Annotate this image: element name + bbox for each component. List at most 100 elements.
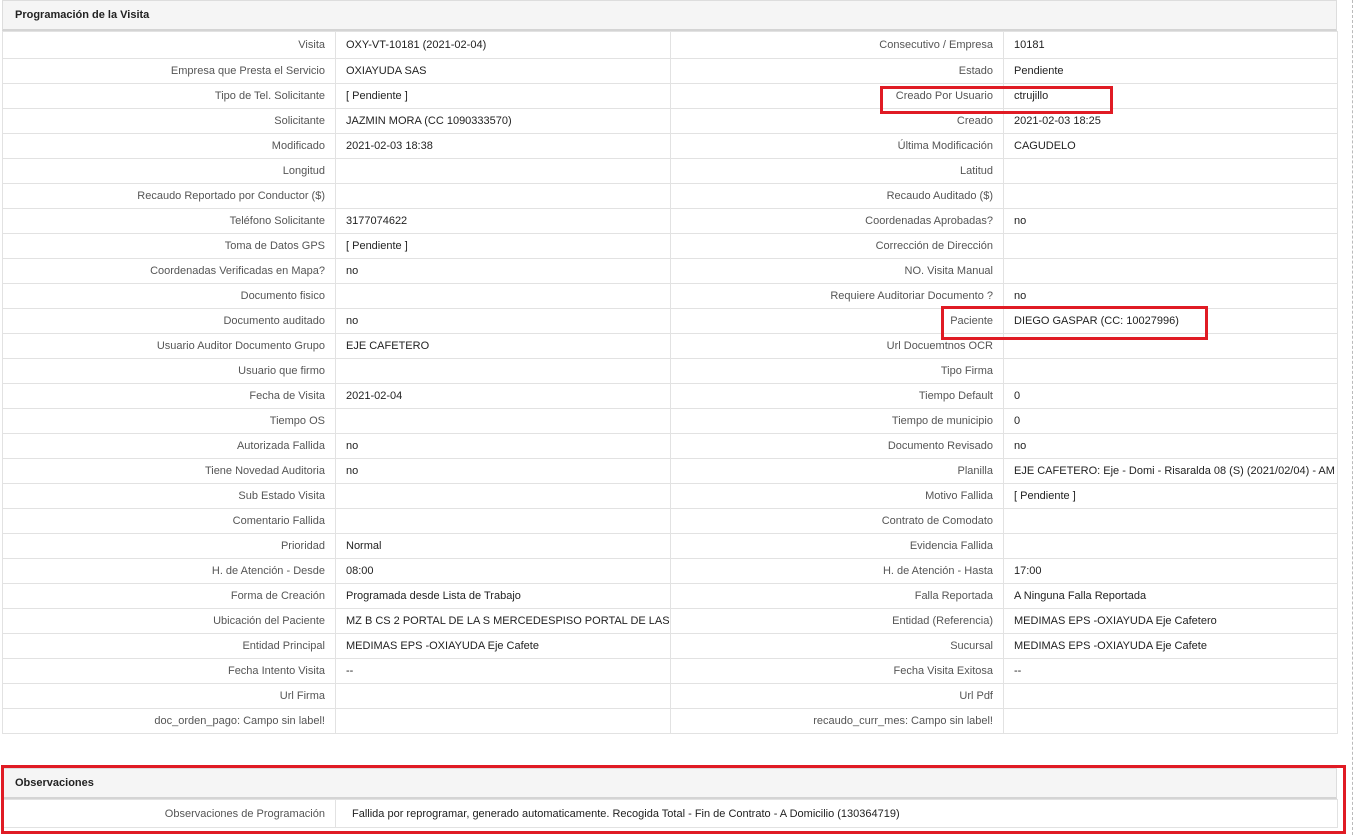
field-label: Observaciones de Programación [2,799,336,828]
field-value: Normal [335,533,671,559]
observaciones-table: Observaciones de Programación Fallida po… [2,799,1338,828]
table-row: Observaciones de Programación Fallida po… [2,799,1338,828]
field-value [1003,158,1338,184]
field-label: Recaudo Reportado por Conductor ($) [2,183,336,209]
field-value: DIEGO GASPAR (CC: 10027996) [1003,308,1338,334]
field-label: Toma de Datos GPS [2,233,336,259]
field-value: Fallida por reprogramar, generado automa… [335,799,1338,828]
field-value: no [1003,283,1338,309]
field-label: Visita [2,31,336,59]
field-label: Consecutivo / Empresa [670,31,1004,59]
field-value: no [335,433,671,459]
field-label: Requiere Auditoriar Documento ? [670,283,1004,309]
table-row: Fecha Intento Visita -- Fecha Visita Exito… [2,658,1338,684]
field-label: Documento fisico [2,283,336,309]
field-value: MEDIMAS EPS -OXIAYUDA Eje Cafete [335,633,671,659]
field-label: Evidencia Fallida [670,533,1004,559]
field-label: H. de Atención - Hasta [670,558,1004,584]
field-label: Tiempo Default [670,383,1004,409]
field-value: CAGUDELO [1003,133,1338,159]
field-label: Fecha Intento Visita [2,658,336,684]
field-label: Creado [670,108,1004,134]
field-label: Recaudo Auditado ($) [670,183,1004,209]
table-row: Tipo de Tel. Solicitante[ Pendiente ] Cre… [2,83,1338,109]
field-value [335,158,671,184]
field-value: no [335,308,671,334]
field-value [1003,233,1338,259]
field-label: Empresa que Presta el Servicio [2,58,336,84]
table-row: Forma de Creación Programada desde Lista … [2,583,1338,609]
field-label: Solicitante [2,108,336,134]
field-value: MEDIMAS EPS -OXIAYUDA Eje Cafete [1003,633,1338,659]
field-value: no [335,458,671,484]
field-label: Paciente [670,308,1004,334]
field-value [1003,333,1338,359]
field-label: Entidad (Referencia) [670,608,1004,634]
field-value: -- [335,658,671,684]
table-row: Sub Estado Visita Motivo Fallida[ Pendien… [2,483,1338,509]
field-label: Creado Por Usuario [670,83,1004,109]
programacion-panel-title: Programación de la Visita [2,0,1337,31]
field-label: Estado [670,58,1004,84]
table-row: Comentario Fallida Contrato de Comodato [2,508,1338,534]
field-value [335,683,671,709]
field-label: Tipo de Tel. Solicitante [2,83,336,109]
table-row: Prioridad Normal Evidencia Fallida [2,533,1338,559]
field-value: JAZMIN MORA (CC 1090333570) [335,108,671,134]
field-value [335,283,671,309]
field-value: [ Pendiente ] [335,83,671,109]
field-label: Comentario Fallida [2,508,336,534]
field-label: Autorizada Fallida [2,433,336,459]
table-row: Documento fisico Requiere Auditoriar Docu… [2,283,1338,309]
field-value [1003,683,1338,709]
field-value: 0 [1003,383,1338,409]
table-row: Empresa que Presta el Servicio OXIAYUDA S… [2,58,1338,84]
programacion-table: Visita OXY-VT-10181 (2021-02-04) Consecuti… [2,31,1338,734]
field-label: Corrección de Dirección [670,233,1004,259]
field-label: Documento auditado [2,308,336,334]
field-value: no [1003,433,1338,459]
observaciones-panel: Observaciones Observaciones de Programac… [2,768,1338,828]
table-row: Recaudo Reportado por Conductor ($) Recau… [2,183,1338,209]
programacion-panel: Programación de la Visita Visita OXY-VT-1… [2,0,1338,734]
observaciones-panel-title: Observaciones [2,768,1337,799]
field-value [335,508,671,534]
field-value: OXIAYUDA SAS [335,58,671,84]
field-value [335,358,671,384]
table-row: Solicitante JAZMIN MORA (CC 1090333570) Cr… [2,108,1338,134]
field-value [1003,183,1338,209]
field-label: recaudo_curr_mes: Campo sin label! [670,708,1004,734]
table-row: H. de Atención - Desde 08:00 H. de Atenció… [2,558,1338,584]
field-value [335,708,671,734]
field-label: Teléfono Solicitante [2,208,336,234]
table-row: Ubicación del Paciente MZ B CS 2 PORTAL D… [2,608,1338,634]
field-value [335,408,671,434]
table-row: Entidad Principal MEDIMAS EPS -OXIAYUDA E… [2,633,1338,659]
field-label: Planilla [670,458,1004,484]
table-row: Documento auditado no Paciente DIEGO GASPA… [2,308,1338,334]
field-value: ctrujillo [1003,83,1338,109]
field-label: Documento Revisado [670,433,1004,459]
table-row: Tiempo OS Tiempo de municipio 0 [2,408,1338,434]
field-label: Falla Reportada [670,583,1004,609]
field-label: Motivo Fallida [670,483,1004,509]
field-label: Tipo Firma [670,358,1004,384]
field-value: 2021-02-03 18:38 [335,133,671,159]
field-label: Coordenadas Verificadas en Mapa? [2,258,336,284]
field-value: 3177074622 [335,208,671,234]
field-label: Entidad Principal [2,633,336,659]
field-value: 2021-02-03 18:25 [1003,108,1338,134]
field-label: Url Docuemtnos OCR [670,333,1004,359]
table-row: Fecha de Visita 2021-02-04 Tiempo Default… [2,383,1338,409]
table-row: Url Firma Url Pdf [2,683,1338,709]
field-value: EJE CAFETERO: Eje - Domi - Risaralda 08 … [1003,458,1338,484]
table-row: Usuario que firmo Tipo Firma [2,358,1338,384]
field-label: Tiempo OS [2,408,336,434]
field-label: Contrato de Comodato [670,508,1004,534]
table-row: Teléfono Solicitante 3177074622 Coordenada… [2,208,1338,234]
field-value [1003,508,1338,534]
field-label: doc_orden_pago: Campo sin label! [2,708,336,734]
table-row: Autorizada Fallida no Documento Revisado … [2,433,1338,459]
table-row: Longitud Latitud [2,158,1338,184]
field-label: Usuario Auditor Documento Grupo [2,333,336,359]
